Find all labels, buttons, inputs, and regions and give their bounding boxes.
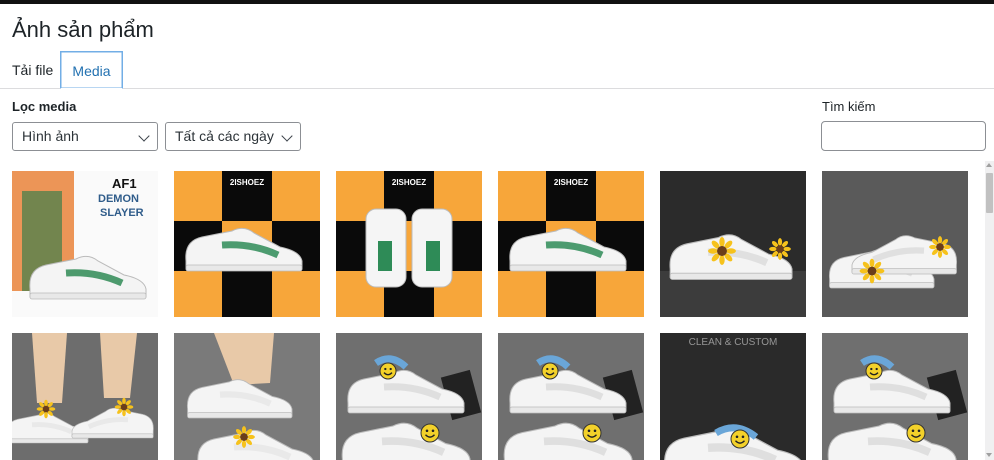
- media-item[interactable]: [822, 333, 968, 460]
- media-item[interactable]: 2ISHOEZ: [174, 171, 320, 317]
- media-item[interactable]: [336, 333, 482, 460]
- brand-text: CLEAN & CUSTOM: [689, 337, 778, 348]
- thumbnail-image: [822, 333, 968, 460]
- brand-text: 2ISHOEZ: [392, 178, 426, 187]
- thumbnail-image: [336, 333, 482, 460]
- media-item[interactable]: 2ISHOEZ: [498, 171, 644, 317]
- thumbnail-image: 2ISHOEZ: [336, 171, 482, 317]
- media-tabs: Tải file Media: [0, 51, 994, 89]
- media-item[interactable]: 2ISHOEZ: [336, 171, 482, 317]
- media-type-select[interactable]: Hình ảnh: [12, 122, 158, 151]
- media-grid: AF1 DEMON SLAYER 2ISHOEZ 2ISHOEZ 2ISHOEZ…: [12, 171, 972, 460]
- search-label: Tìm kiếm: [822, 99, 876, 114]
- page-title: Ảnh sản phẩm: [12, 17, 154, 42]
- media-item[interactable]: CLEAN & CUSTOM: [660, 333, 806, 460]
- brand-text: 2ISHOEZ: [554, 178, 588, 187]
- search-input[interactable]: [821, 121, 986, 151]
- poster-text: AF1: [112, 176, 137, 191]
- thumbnail-image: [12, 333, 158, 460]
- media-item[interactable]: [660, 171, 806, 317]
- media-type-value: Hình ảnh: [22, 128, 79, 144]
- chevron-down-icon: [281, 130, 293, 142]
- media-item[interactable]: [822, 171, 968, 317]
- thumbnail-image: CLEAN & CUSTOM: [660, 333, 806, 460]
- thumbnail-image: [498, 333, 644, 460]
- media-item[interactable]: [12, 333, 158, 460]
- top-bar: [0, 0, 994, 4]
- media-item[interactable]: [174, 333, 320, 460]
- thumbnail-image: [174, 333, 320, 460]
- date-filter-select[interactable]: Tất cả các ngày: [165, 122, 301, 151]
- thumbnail-image: 2ISHOEZ: [174, 171, 320, 317]
- scroll-down-icon[interactable]: [986, 453, 992, 457]
- thumbnail-image: 2ISHOEZ: [498, 171, 644, 317]
- brand-text: 2ISHOEZ: [230, 178, 264, 187]
- media-item[interactable]: AF1 DEMON SLAYER: [12, 171, 158, 317]
- tab-media[interactable]: Media: [60, 51, 123, 89]
- thumbnail-image: [822, 171, 968, 317]
- poster-text: SLAYER: [100, 207, 144, 219]
- filter-label: Lọc media: [12, 99, 77, 114]
- date-filter-value: Tất cả các ngày: [175, 128, 274, 144]
- media-item[interactable]: [498, 333, 644, 460]
- scroll-thumb[interactable]: [986, 173, 993, 213]
- chevron-down-icon: [138, 130, 150, 142]
- scrollbar[interactable]: [985, 161, 994, 460]
- poster-text: DEMON: [98, 193, 139, 205]
- thumbnail-image: AF1 DEMON SLAYER: [12, 171, 158, 317]
- tab-upload[interactable]: Tải file: [0, 51, 65, 89]
- thumbnail-image: [660, 171, 806, 317]
- scroll-up-icon[interactable]: [986, 163, 992, 167]
